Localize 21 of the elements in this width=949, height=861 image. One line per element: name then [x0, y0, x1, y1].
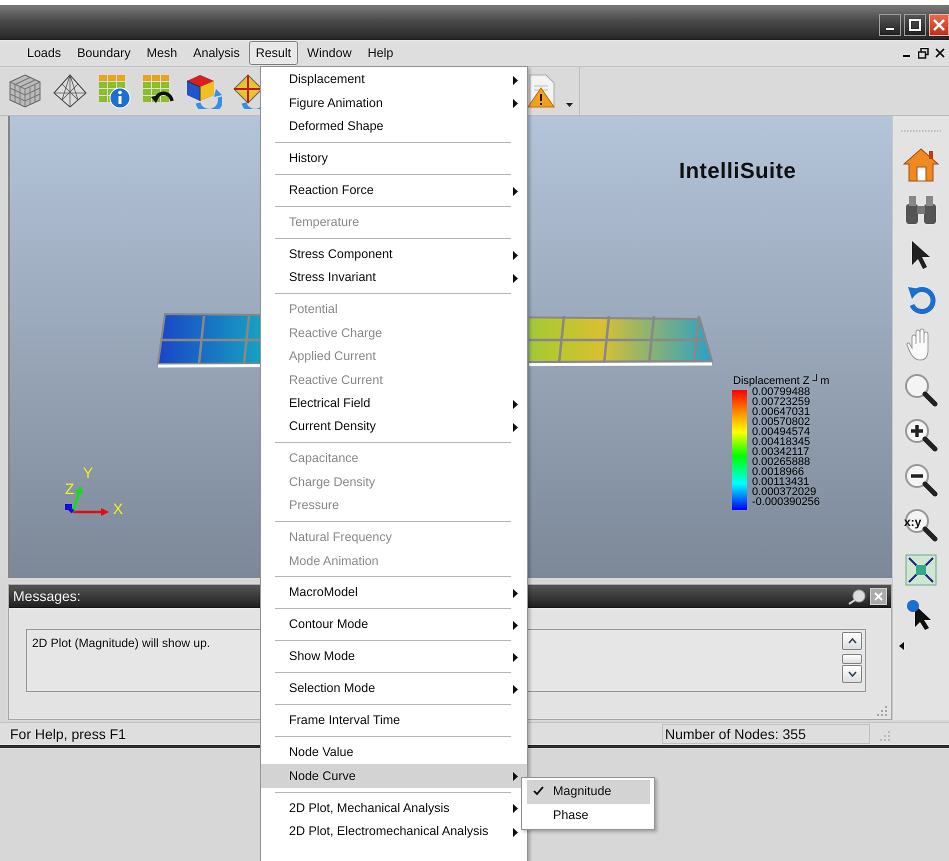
- status-text: For Help, press F1: [10, 724, 126, 744]
- legend-value: 0.00113431: [752, 477, 810, 487]
- axis-label: X: [113, 502, 124, 517]
- legend-value: 0.00647031: [752, 407, 812, 417]
- axis-label: Z: [65, 482, 74, 497]
- legend-value: 0.00494574: [752, 427, 812, 437]
- logo-text: IntelliSuite: [679, 157, 796, 185]
- legend-value: 0.0018966: [752, 467, 804, 477]
- message-text: 2D Plot (Magnitude) will show up.: [32, 636, 210, 650]
- legend-value: -0.000390256: [752, 497, 820, 507]
- legend-value: 0.00723259: [752, 397, 812, 407]
- legend-value: 0.00570802: [752, 417, 812, 427]
- legend-value: 0.00265888: [752, 457, 812, 467]
- panel-title: Messages:: [13, 587, 81, 606]
- legend-value: 0.000372029: [752, 487, 816, 497]
- legend-value: 0.00799488: [752, 387, 812, 397]
- legend-title: Displacement Z ┘m: [732, 376, 830, 386]
- node-count-field: Number of Nodes: 355: [662, 724, 870, 744]
- axis-label: Y: [83, 466, 94, 481]
- legend-value: 0.00342117: [752, 447, 810, 457]
- legend-value: 0.00418345: [752, 437, 812, 447]
